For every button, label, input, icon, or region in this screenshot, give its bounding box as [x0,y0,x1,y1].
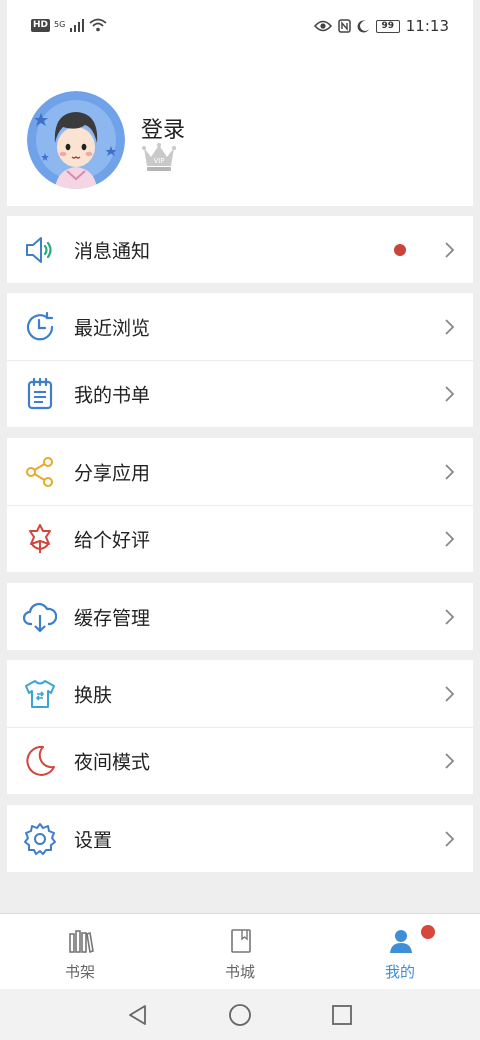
rate-label: 给个好评 [74,529,151,552]
tab-notification-badge [421,925,435,939]
card-appearance: 换肤 夜间模式 [7,660,473,794]
chevron-right-icon [445,685,455,702]
night-label: 夜间模式 [74,751,151,774]
nfc-icon [338,19,351,33]
share-label: 分享应用 [74,462,151,484]
menu-item-notifications[interactable]: 消息通知 [7,216,473,283]
moon-icon [357,19,369,32]
status-bar: HD 5G 99 11:13 [7,0,473,50]
login-label[interactable]: 登录 [141,112,185,144]
card-history: 最近浏览 我的书单 [7,293,473,427]
vip-crown-icon: VIP [141,142,177,174]
chevron-right-icon [445,241,455,258]
tab-bookshelf-label: 书架 [64,963,95,981]
chevron-right-icon [445,531,455,547]
speaker-icon [26,236,52,263]
menu-item-cache[interactable]: 缓存管理 [7,583,473,650]
chevron-right-icon [445,463,455,480]
card-cache: 缓存管理 [7,583,473,650]
tshirt-icon [25,679,55,708]
menu-item-skin[interactable]: 换肤 [7,660,473,727]
screen: HD 5G 99 11:13 登录 VIP 消息通知 最近浏览 我的书单 分享应… [0,0,480,1040]
card-notifications: 消息通知 [7,216,473,283]
menu-item-night[interactable]: 夜间模式 [7,727,473,794]
recent-label: 最近浏览 [74,317,151,339]
notepad-icon [27,377,53,410]
gear-icon [24,822,56,855]
card-settings: 设置 [7,805,473,872]
skin-label: 换肤 [74,684,113,706]
status-left: HD 5G [31,18,107,32]
cache-label: 缓存管理 [74,607,151,629]
home-icon[interactable] [228,1003,252,1027]
clock-time: 11:13 [405,17,449,35]
network-type: 5G [54,20,66,29]
notifications-label: 消息通知 [74,240,151,262]
menu-item-settings[interactable]: 设置 [7,805,473,872]
tab-bookshelf[interactable]: 书架 [0,914,160,990]
booklist-label: 我的书单 [74,384,151,407]
book-icon [231,929,251,953]
hd-badge: HD [31,18,51,32]
unread-dot [394,243,406,256]
chevron-right-icon [445,608,455,625]
clock-icon [26,311,54,340]
avatar[interactable] [27,91,125,189]
menu-item-recent[interactable]: 最近浏览 [7,293,473,360]
avatar-illustration [27,91,125,189]
tab-bookstore[interactable]: 书城 [160,914,320,990]
battery-icon: 99 [375,19,400,33]
bookshelf-icon [69,930,94,954]
cloud-download-icon [23,602,57,633]
vip-text: VIP [153,157,164,165]
chevron-right-icon [445,830,455,847]
flower-icon [29,524,51,553]
card-share: 分享应用 给个好评 [7,438,473,572]
chevron-right-icon [445,386,455,402]
signal-icon [70,19,85,32]
eye-icon [313,20,332,32]
menu-item-share[interactable]: 分享应用 [7,438,473,505]
chevron-right-icon [445,318,455,335]
system-nav-bar [0,989,480,1040]
tab-bookstore-label: 书城 [224,963,255,981]
status-right: 99 11:13 [313,17,449,35]
menu-item-rate[interactable]: 给个好评 [7,505,473,572]
tab-mine[interactable]: 我的 [320,914,480,990]
moon-icon [26,745,55,776]
person-icon [390,930,412,953]
wifi-icon [89,18,107,32]
back-icon[interactable] [126,1003,150,1027]
settings-label: 设置 [74,829,113,851]
chevron-right-icon [445,753,455,769]
menu-item-booklist[interactable]: 我的书单 [7,360,473,427]
share-icon [26,456,53,487]
recents-icon[interactable] [330,1003,354,1027]
profile-card: HD 5G 99 11:13 登录 VIP [7,0,473,206]
bottom-tab-bar: 书架 书城 我的 [0,913,480,989]
tab-mine-label: 我的 [384,963,415,981]
